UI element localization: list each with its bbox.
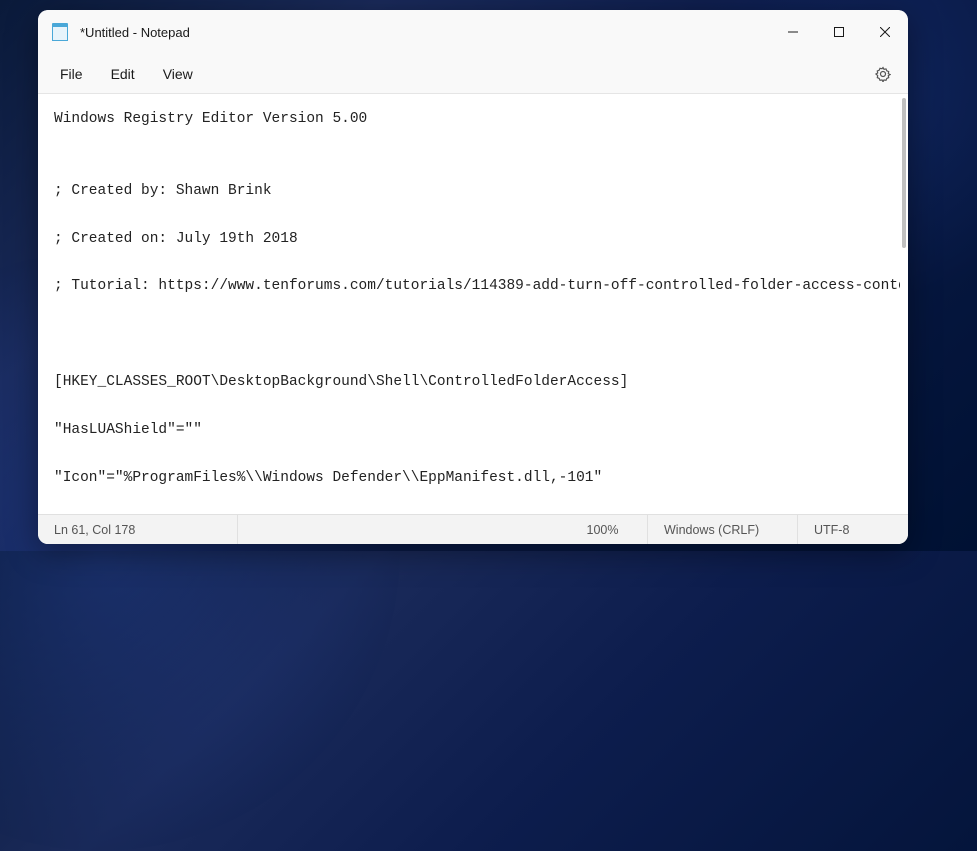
- editor-line: [54, 204, 884, 228]
- close-button[interactable]: [862, 10, 908, 54]
- minimize-icon: [788, 27, 798, 37]
- notepad-icon: [52, 23, 68, 41]
- maximize-icon: [834, 27, 844, 37]
- gear-icon: [875, 66, 891, 82]
- editor-line: [54, 491, 884, 514]
- menu-file[interactable]: File: [46, 60, 97, 88]
- editor-line: "Icon"="%ProgramFiles%\\Windows Defender…: [54, 467, 884, 491]
- editor-line: "HasLUAShield"="": [54, 419, 884, 443]
- editor-line: ; Tutorial: https://www.tenforums.com/tu…: [54, 275, 884, 299]
- editor-line: [54, 323, 884, 347]
- maximize-button[interactable]: [816, 10, 862, 54]
- status-line-ending: Windows (CRLF): [648, 515, 798, 544]
- titlebar[interactable]: *Untitled - Notepad: [38, 10, 908, 54]
- editor-line: ; Created on: July 19th 2018: [54, 228, 884, 252]
- editor-line: [54, 347, 884, 371]
- editor-line: [54, 299, 884, 323]
- text-editor[interactable]: Windows Registry Editor Version 5.00 ; Cr…: [38, 94, 900, 514]
- editor-line: Windows Registry Editor Version 5.00: [54, 108, 884, 132]
- status-encoding: UTF-8: [798, 515, 908, 544]
- editor-line: ; Created by: Shawn Brink: [54, 180, 884, 204]
- editor-line: [54, 252, 884, 276]
- editor-line: [HKEY_CLASSES_ROOT\DesktopBackground\She…: [54, 371, 884, 395]
- minimize-button[interactable]: [770, 10, 816, 54]
- window-title: *Untitled - Notepad: [80, 25, 770, 40]
- close-icon: [880, 27, 890, 37]
- menubar: File Edit View: [38, 54, 908, 94]
- notepad-window: *Untitled - Notepad File Edit View Windo…: [38, 10, 908, 544]
- settings-button[interactable]: [866, 57, 900, 91]
- menu-edit[interactable]: Edit: [97, 60, 149, 88]
- statusbar: Ln 61, Col 178 100% Windows (CRLF) UTF-8: [38, 514, 908, 544]
- editor-line: [54, 132, 884, 156]
- editor-area: Windows Registry Editor Version 5.00 ; Cr…: [38, 94, 908, 514]
- editor-line: [54, 156, 884, 180]
- editor-line: [54, 395, 884, 419]
- status-cursor-position: Ln 61, Col 178: [38, 515, 238, 544]
- vertical-scrollbar[interactable]: [902, 98, 906, 248]
- status-zoom[interactable]: 100%: [558, 515, 648, 544]
- editor-line: [54, 443, 884, 467]
- window-controls: [770, 10, 908, 54]
- menu-view[interactable]: View: [149, 60, 207, 88]
